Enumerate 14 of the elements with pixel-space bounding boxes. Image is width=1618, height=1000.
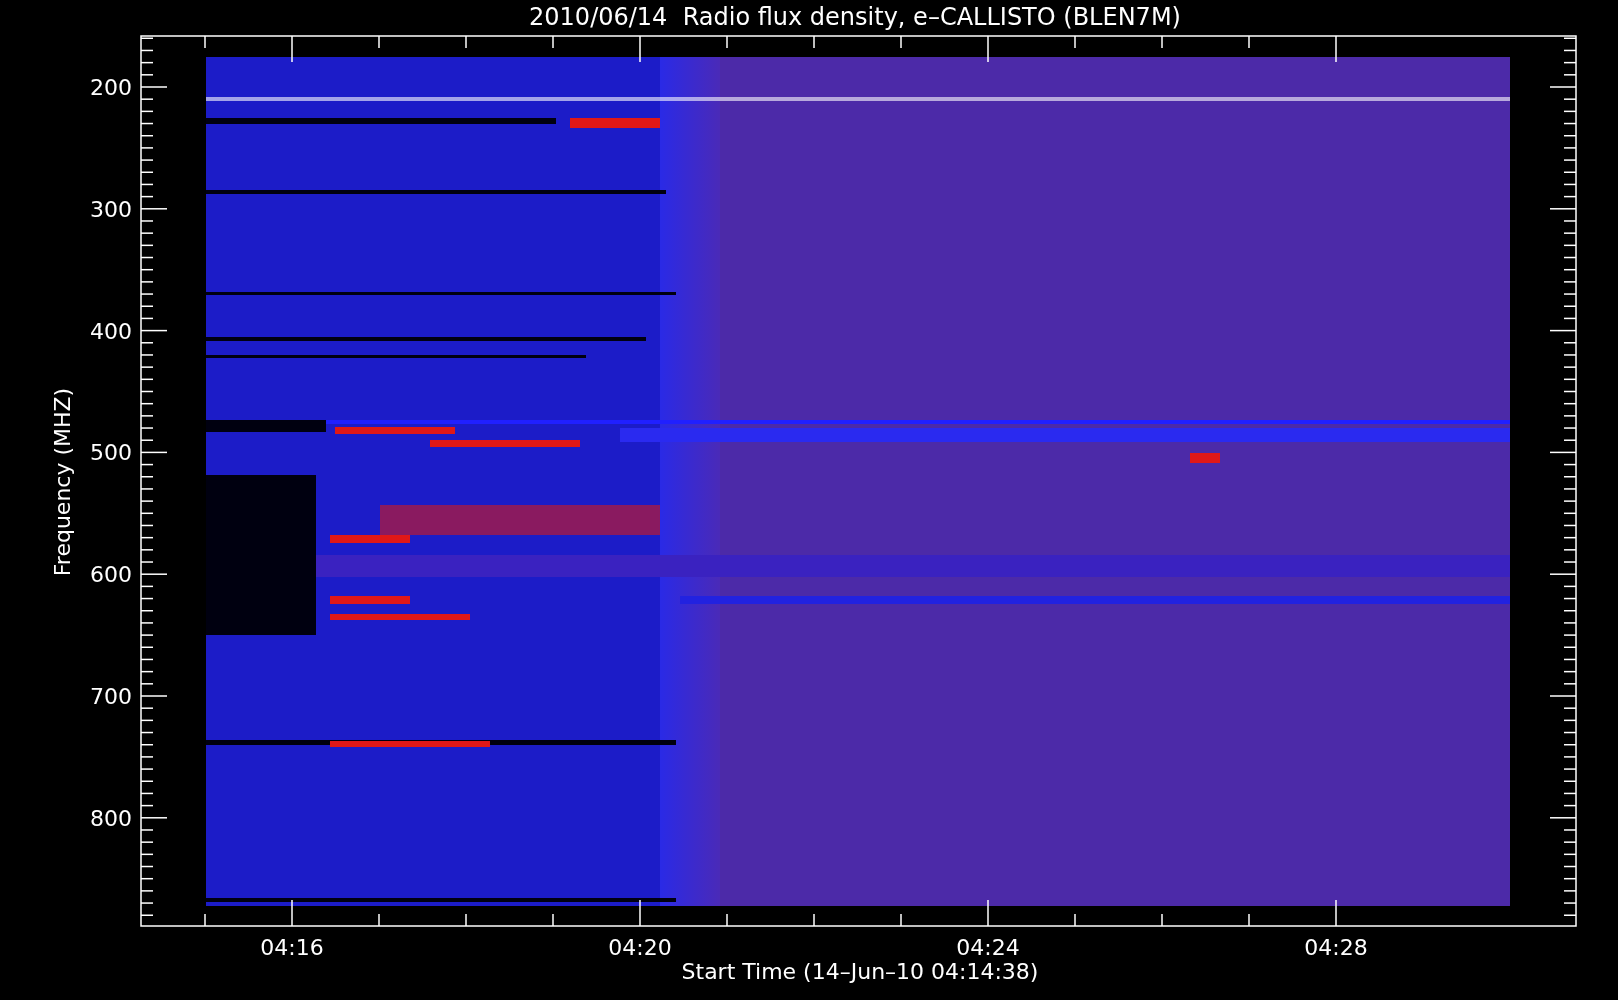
x-tick-label: 04:20 [608,935,672,960]
y-tick-label: 300 [90,196,132,222]
x-axis-label: Start Time (14–Jun–10 04:14:38) [681,959,1039,984]
y-tick-label: 800 [90,805,132,831]
y-tick-label: 200 [90,75,132,100]
chart-title: 2010/06/14 Radio flux density, e–CALLISTO (BLEN7M) [529,3,1181,31]
x-tick-label: 04:28 [1304,935,1368,960]
y-tick-label: 400 [90,318,132,344]
x-tick-label: 04:16 [260,935,324,960]
y-tick-label: 600 [90,562,132,588]
y-axis-label: Frequency (MHZ) [50,387,75,577]
y-tick-label: 700 [90,684,132,709]
y-tick-label: 500 [90,440,132,466]
x-tick-label: 04:24 [956,935,1020,960]
